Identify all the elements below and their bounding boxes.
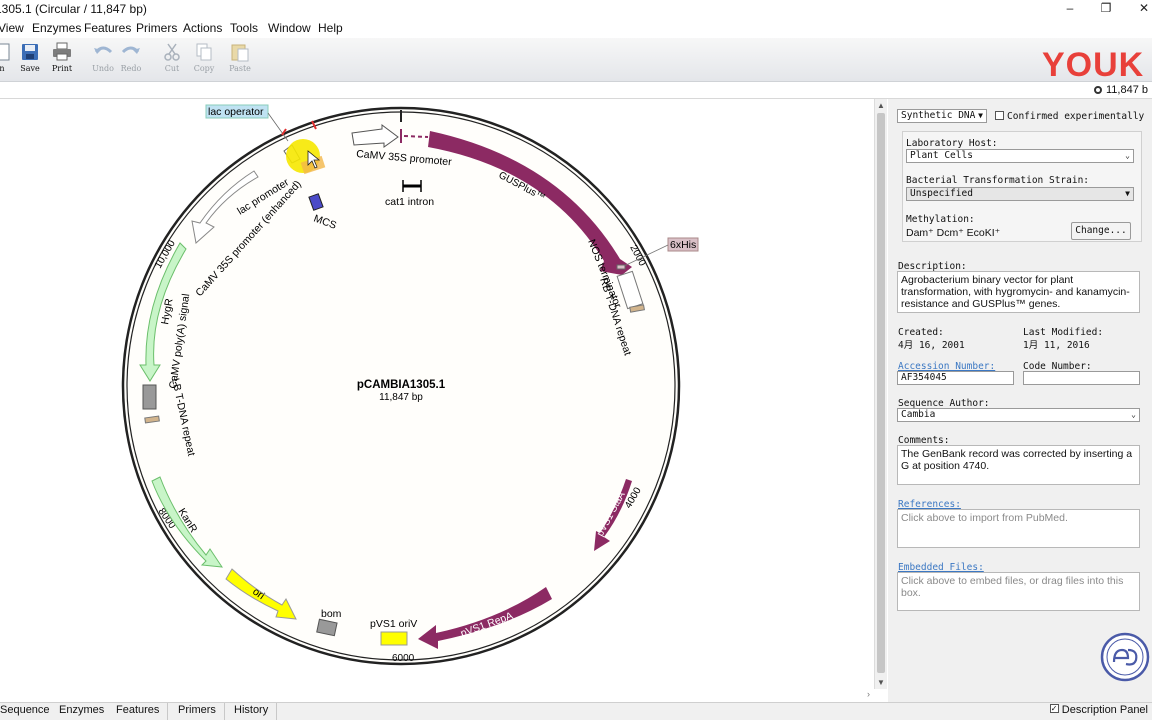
tab-enzymes[interactable]: Enzymes: [51, 703, 114, 720]
copy-icon: [196, 43, 212, 61]
checkbox-icon[interactable]: [1049, 704, 1059, 713]
sequence-length-readout: 11,847 b: [1093, 84, 1148, 96]
save-icon: [22, 44, 38, 60]
embedded-files-field[interactable]: Click above to embed files, or drag file…: [897, 572, 1140, 611]
menu-view[interactable]: View: [0, 21, 24, 35]
redo-icon: [121, 46, 140, 54]
redo-button[interactable]: Redo: [115, 42, 147, 78]
scroll-thumb[interactable]: [877, 113, 885, 673]
emblem-icon: [1100, 632, 1150, 682]
feature-camv-polya[interactable]: [142, 384, 157, 410]
code-field[interactable]: [1023, 371, 1140, 385]
tab-sequence[interactable]: Sequence: [0, 703, 59, 720]
plasmid-name: pCAMBIA1305.1: [357, 379, 446, 391]
title-bar: 1305.1 (Circular / 11,847 bp) – ❐ ✕: [0, 0, 1152, 19]
scroll-down-icon[interactable]: ▼: [877, 678, 885, 687]
tab-primers[interactable]: Primers: [170, 703, 225, 720]
tab-history[interactable]: History: [226, 703, 278, 720]
feature-pvs1-oriv[interactable]: [380, 631, 408, 646]
lab-host-label: Laboratory Host:: [906, 138, 998, 149]
description-panel: Synthetic DNA ▼ Confirmed experimentally …: [888, 99, 1152, 702]
menu-actions[interactable]: Actions: [183, 21, 222, 35]
menu-tools[interactable]: Tools: [230, 21, 258, 35]
comments-field[interactable]: The GenBank record was corrected by inse…: [897, 445, 1140, 485]
map-horizontal-scrollbar[interactable]: ›: [0, 689, 874, 702]
plasmid-map-pane[interactable]: 2000 4000 6000 8000 10,000 GUSPlus™ CaMV…: [0, 99, 874, 702]
methylation-label: Methylation:: [906, 214, 975, 225]
toolbar: n Save Print Undo Redo Cut Copy Paste: [0, 38, 1152, 82]
view-tabs: Sequence Enzymes Features Primers Histor…: [0, 702, 1152, 720]
dropdown-arrow-icon: ⌄: [1131, 410, 1136, 419]
dropdown-arrow-icon: ▼: [1125, 189, 1130, 198]
dropdown-arrow-icon: ▼: [978, 111, 983, 120]
references-field[interactable]: Click above to import from PubMed.: [897, 509, 1140, 548]
plasmid-map[interactable]: 2000 4000 6000 8000 10,000 GUSPlus™ CaMV…: [0, 99, 874, 702]
label-bom: bom: [321, 608, 342, 620]
strain-select[interactable]: Unspecified ▼: [906, 187, 1134, 201]
label-lac-operator[interactable]: lac operator: [208, 106, 264, 118]
scroll-right-icon[interactable]: ›: [867, 689, 870, 699]
minimize-button[interactable]: –: [1060, 1, 1080, 15]
dropdown-arrow-icon: ⌄: [1125, 151, 1130, 160]
methylation-value: Dam⁺ Dcm⁺ EcoKI⁺: [906, 227, 1001, 239]
menu-bar: View Enzymes Features Primers Actions To…: [0, 19, 1152, 38]
tick-6000: 6000: [392, 653, 415, 664]
label-cat1-intron: cat1 intron: [385, 196, 434, 208]
cut-icon: [164, 43, 180, 61]
description-panel-toggle[interactable]: Description Panel: [1049, 704, 1148, 716]
checkbox-icon[interactable]: [995, 111, 1004, 120]
map-vertical-scrollbar[interactable]: ▲ ▼: [874, 99, 887, 689]
watermark-logo: YOUK: [1042, 46, 1144, 82]
strain-label: Bacterial Transformation Strain:: [906, 175, 1090, 186]
confirmed-checkbox[interactable]: Confirmed experimentally: [995, 111, 1144, 122]
cut-button[interactable]: Cut: [156, 42, 188, 78]
author-select[interactable]: Cambia ⌄: [897, 408, 1140, 422]
change-methylation-button[interactable]: Change...: [1071, 222, 1131, 240]
paste-button[interactable]: Paste: [224, 42, 256, 78]
sequence-type-select[interactable]: Synthetic DNA ▼: [897, 109, 987, 123]
close-button[interactable]: ✕: [1134, 1, 1152, 15]
tab-features[interactable]: Features: [108, 703, 169, 720]
label-6xhis[interactable]: 6xHis: [670, 239, 696, 251]
scroll-up-icon[interactable]: ▲: [877, 101, 885, 110]
maximize-button[interactable]: ❐: [1096, 1, 1116, 15]
new-icon: [0, 43, 10, 61]
window-title: 1305.1 (Circular / 11,847 bp): [0, 2, 147, 16]
print-icon: [53, 42, 71, 61]
created-value: 4月 16, 2001: [898, 340, 965, 351]
circular-icon: [1093, 86, 1102, 94]
menu-window[interactable]: Window: [268, 21, 311, 35]
save-button[interactable]: Save: [14, 42, 46, 78]
watermark-logo-text: YOUK: [1042, 46, 1144, 82]
label-pvs1-oriv: pVS1 oriV: [370, 618, 417, 630]
accession-field[interactable]: AF354045: [897, 371, 1014, 385]
plasmid-length: 11,847 bp: [379, 392, 423, 403]
undo-icon: [94, 46, 113, 54]
menu-features[interactable]: Features: [84, 21, 131, 35]
paste-icon: [231, 44, 249, 62]
print-button[interactable]: Print: [46, 42, 78, 78]
copy-button[interactable]: Copy: [188, 42, 220, 78]
modified-value: 1月 11, 2016: [1023, 340, 1090, 351]
menu-help[interactable]: Help: [318, 21, 343, 35]
menu-primers[interactable]: Primers: [136, 21, 177, 35]
menu-enzymes[interactable]: Enzymes: [32, 21, 81, 35]
description-field[interactable]: Agrobacterium binary vector for plant tr…: [897, 271, 1140, 313]
feature-6xhis[interactable]: [616, 264, 626, 270]
status-strip: 11,847 b: [0, 82, 1152, 99]
lab-host-select[interactable]: Plant Cells ⌄: [906, 149, 1134, 163]
